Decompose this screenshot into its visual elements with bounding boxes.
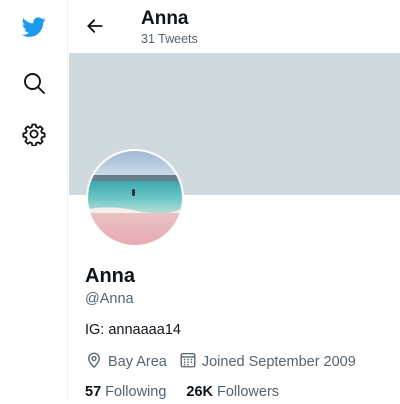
followers-label: Followers: [217, 384, 280, 400]
tweet-count: 31 Tweets: [141, 32, 198, 46]
location-text: Bay Area: [108, 354, 167, 370]
profile-name: Anna: [85, 265, 135, 287]
joined-item: Joined September 2009: [179, 351, 356, 373]
profile-meta: Bay Area Joined September 2009: [85, 352, 356, 372]
sidebar: [0, 0, 68, 400]
profile-bio: IG: annaaaa14: [85, 322, 181, 338]
profile-header: Anna 31 Tweets: [69, 0, 400, 53]
avatar[interactable]: [86, 149, 184, 247]
header-title: Anna: [141, 8, 189, 29]
calendar-icon: [179, 351, 202, 373]
followers-link[interactable]: 26K Followers: [186, 384, 279, 404]
search-icon[interactable]: [19, 68, 49, 98]
location-item: Bay Area: [85, 351, 167, 373]
twitter-bird-icon[interactable]: [19, 12, 49, 42]
following-label: Following: [105, 384, 167, 400]
profile-handle: @Anna: [85, 291, 134, 307]
followers-count: 26K: [186, 384, 213, 400]
following-link[interactable]: 57 Following: [85, 384, 166, 404]
arrow-left-icon[interactable]: [83, 14, 107, 38]
joined-text: Joined September 2009: [201, 354, 356, 370]
location-pin-icon: [85, 351, 108, 373]
gear-icon[interactable]: [19, 119, 49, 149]
profile-stats: 57 Following 26K Followers: [85, 384, 299, 404]
following-count: 57: [85, 384, 102, 400]
